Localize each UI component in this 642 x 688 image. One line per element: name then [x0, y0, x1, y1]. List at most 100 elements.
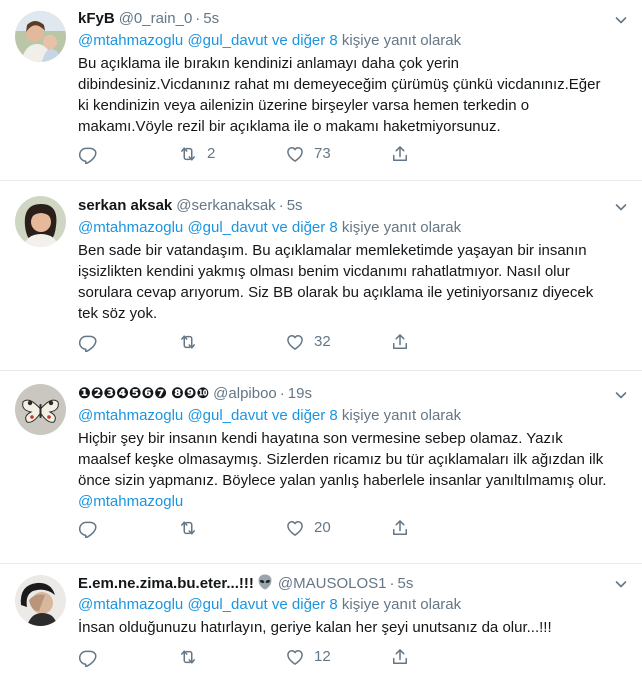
- like-count: 73: [314, 145, 331, 162]
- timestamp[interactable]: 5s: [397, 575, 413, 592]
- share-icon: [390, 144, 410, 164]
- separator-dot: ·: [195, 10, 201, 27]
- tweet-actions: 2 73: [78, 144, 438, 164]
- reply-mentions-link[interactable]: @mtahmazoglu @gul_davut ve diğer 8: [78, 219, 338, 236]
- tweet-feed: kFyB @0_rain_0 · 5s @mtahmazoglu @gul_davut…: [0, 0, 642, 688]
- avatar[interactable]: [15, 196, 66, 247]
- username[interactable]: @MAUSOLOS1: [278, 575, 387, 592]
- tweet-text-line: maalsef keşke olmasaymış. Sizlerden rica…: [78, 451, 604, 468]
- share-button[interactable]: [390, 332, 410, 352]
- chevron-down-icon[interactable]: [614, 13, 628, 27]
- reply-context-label: kişiye yanıt olarak: [337, 596, 462, 613]
- tweet-text-line: sorulara cevap arıyorum. Siz BB olarak b…: [78, 284, 594, 301]
- heart-icon: [285, 332, 305, 352]
- like-count: 20: [314, 519, 331, 536]
- separator-dot: ·: [278, 197, 284, 214]
- username[interactable]: @serkanaksak: [176, 197, 275, 214]
- tweet-text-line: İnsan olduğunuzu hatırlayın, geriye kala…: [78, 619, 552, 636]
- tweet-text-line: işsizlikten kendini yakmış olması benim …: [78, 263, 570, 280]
- like-count: 32: [314, 333, 331, 350]
- tweet-text-line: Bu açıklama ile bırakın kendinizi anlama…: [78, 55, 460, 72]
- tweet-header: ❶❷❸❹❺❻❼ ❽❾❿ @alpiboo · 19s: [78, 384, 312, 404]
- reply-context-label: kişiye yanıt olarak: [337, 407, 462, 424]
- reply-mentions-link[interactable]: @mtahmazoglu @gul_davut ve diğer 8: [78, 407, 338, 424]
- reply-button[interactable]: [78, 518, 107, 538]
- tweet-item[interactable]: kFyB @0_rain_0 · 5s @mtahmazoglu @gul_davut…: [0, 0, 642, 181]
- chevron-down-icon[interactable]: [614, 388, 628, 402]
- timestamp[interactable]: 5s: [287, 197, 303, 214]
- share-icon: [390, 332, 410, 352]
- retweet-icon: [178, 332, 198, 352]
- reply-icon: [78, 647, 98, 667]
- chevron-down-icon[interactable]: [614, 577, 628, 591]
- like-count: 12: [314, 648, 331, 665]
- alien-icon: [258, 574, 272, 590]
- heart-icon: [285, 144, 305, 164]
- chevron-down-icon[interactable]: [614, 200, 628, 214]
- reply-context-label: kişiye yanıt olarak: [337, 219, 462, 236]
- reply-icon: [78, 144, 98, 164]
- tweet-actions: 12: [78, 647, 438, 667]
- like-button[interactable]: 12: [285, 647, 331, 667]
- avatar[interactable]: [15, 575, 66, 626]
- reply-context: @mtahmazoglu @gul_davut ve diğer 8 kişiy…: [78, 595, 461, 615]
- display-name[interactable]: kFyB: [78, 10, 115, 27]
- tweet-item[interactable]: serkan aksak @serkanaksak · 5s @mtahmazoglu…: [0, 181, 642, 371]
- reply-context: @mtahmazoglu @gul_davut ve diğer 8 kişiy…: [78, 218, 461, 238]
- tweet-text-line: önce sizin yapmanız. Böylece yalan yanlı…: [78, 472, 607, 489]
- retweet-icon: [178, 144, 198, 164]
- username[interactable]: @alpiboo: [213, 385, 277, 402]
- tweet-header: serkan aksak @serkanaksak · 5s: [78, 196, 303, 216]
- avatar[interactable]: [15, 384, 66, 435]
- tweet-text-line: tek söz yok.: [78, 305, 158, 322]
- retweet-icon: [178, 647, 198, 667]
- share-button[interactable]: [390, 647, 410, 667]
- tweet-text-line: Hiçbir şey bir insanın kendi hayatına so…: [78, 430, 563, 447]
- tweet-item[interactable]: E.em.ne.zima.bu.eter...!!! @MAUSOLOS1 · 5s …: [0, 564, 642, 688]
- tweet-content: kFyB @0_rain_0 · 5s @mtahmazoglu @gul_davut…: [78, 0, 612, 181]
- like-button[interactable]: 73: [285, 144, 331, 164]
- separator-dot: ·: [279, 385, 285, 402]
- tweet-header: E.em.ne.zima.bu.eter...!!! @MAUSOLOS1 · 5s: [78, 573, 413, 594]
- heart-icon: [285, 647, 305, 667]
- timestamp[interactable]: 5s: [203, 10, 219, 27]
- like-button[interactable]: 32: [285, 332, 331, 352]
- avatar[interactable]: [15, 11, 66, 62]
- retweet-button[interactable]: [178, 332, 207, 352]
- reply-mentions-link[interactable]: @mtahmazoglu @gul_davut ve diğer 8: [78, 32, 338, 49]
- reply-context: @mtahmazoglu @gul_davut ve diğer 8 kişiy…: [78, 406, 461, 426]
- tweet-item[interactable]: ❶❷❸❹❺❻❼ ❽❾❿ @alpiboo · 19s @mtahmazoglu @gu…: [0, 371, 642, 564]
- tweet-content: ❶❷❸❹❺❻❼ ❽❾❿ @alpiboo · 19s @mtahmazoglu @gu…: [78, 371, 612, 564]
- username[interactable]: @0_rain_0: [119, 10, 193, 27]
- reply-mentions-link[interactable]: @mtahmazoglu @gul_davut ve diğer 8: [78, 596, 338, 613]
- tweet-actions: 32: [78, 332, 438, 352]
- display-name[interactable]: ❶❷❸❹❺❻❼ ❽❾❿: [78, 385, 209, 402]
- tweet-text: Hiçbir şey bir insanın kendi hayatına so…: [78, 428, 612, 512]
- reply-context-label: kişiye yanıt olarak: [337, 32, 462, 49]
- mention-link[interactable]: @mtahmazoglu: [78, 491, 612, 512]
- tweet-text: Bu açıklama ile bırakın kendinizi anlama…: [78, 53, 612, 137]
- retweet-button[interactable]: 2: [178, 144, 215, 164]
- tweet-content: serkan aksak @serkanaksak · 5s @mtahmazoglu…: [78, 181, 612, 371]
- display-name[interactable]: E.em.ne.zima.bu.eter...!!!: [78, 575, 254, 592]
- share-icon: [390, 518, 410, 538]
- reply-button[interactable]: [78, 332, 107, 352]
- share-button[interactable]: [390, 144, 410, 164]
- timestamp[interactable]: 19s: [288, 385, 312, 402]
- display-name[interactable]: serkan aksak: [78, 197, 172, 214]
- retweet-icon: [178, 518, 198, 538]
- share-button[interactable]: [390, 518, 410, 538]
- share-icon: [390, 647, 410, 667]
- reply-icon: [78, 518, 98, 538]
- tweet-text-line: dibindesiniz.Vicdanınız rahat mı demeyec…: [78, 76, 601, 93]
- tweet-text: Ben sade bir vatandaşım. Bu açıklamalar …: [78, 240, 612, 324]
- reply-button[interactable]: [78, 144, 107, 164]
- tweet-actions: 20: [78, 518, 438, 538]
- like-button[interactable]: 20: [285, 518, 331, 538]
- retweet-button[interactable]: [178, 647, 207, 667]
- retweet-button[interactable]: [178, 518, 207, 538]
- tweet-content: E.em.ne.zima.bu.eter...!!! @MAUSOLOS1 · 5s …: [78, 564, 612, 688]
- tweet-text: İnsan olduğunuzu hatırlayın, geriye kala…: [78, 617, 612, 638]
- retweet-count: 2: [207, 145, 216, 162]
- reply-button[interactable]: [78, 647, 107, 667]
